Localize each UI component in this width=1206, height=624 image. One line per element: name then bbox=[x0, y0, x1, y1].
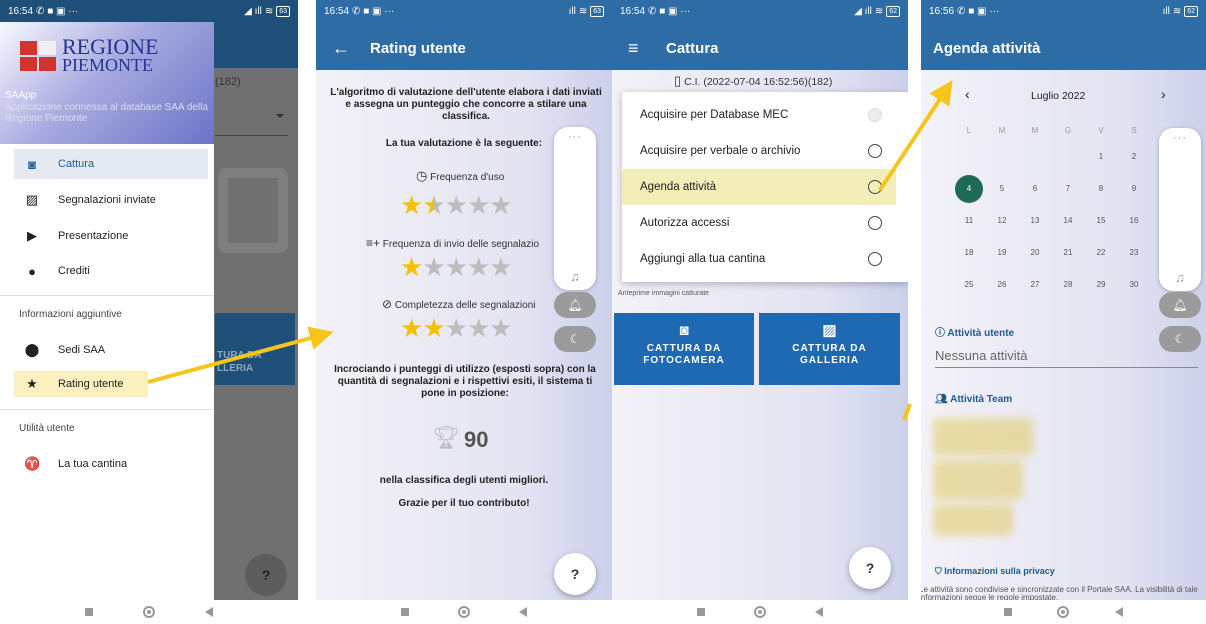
arrow-to-agenda bbox=[878, 79, 953, 192]
tutorial-arrows bbox=[147, 79, 953, 421]
screenshot-collage: (182) TURA DA LLERIA ? 16:54 ✆ ■ ▣ ··· ◢ … bbox=[0, 0, 1206, 624]
arrow-fragment bbox=[902, 403, 912, 421]
arrow-to-rating bbox=[147, 326, 334, 384]
